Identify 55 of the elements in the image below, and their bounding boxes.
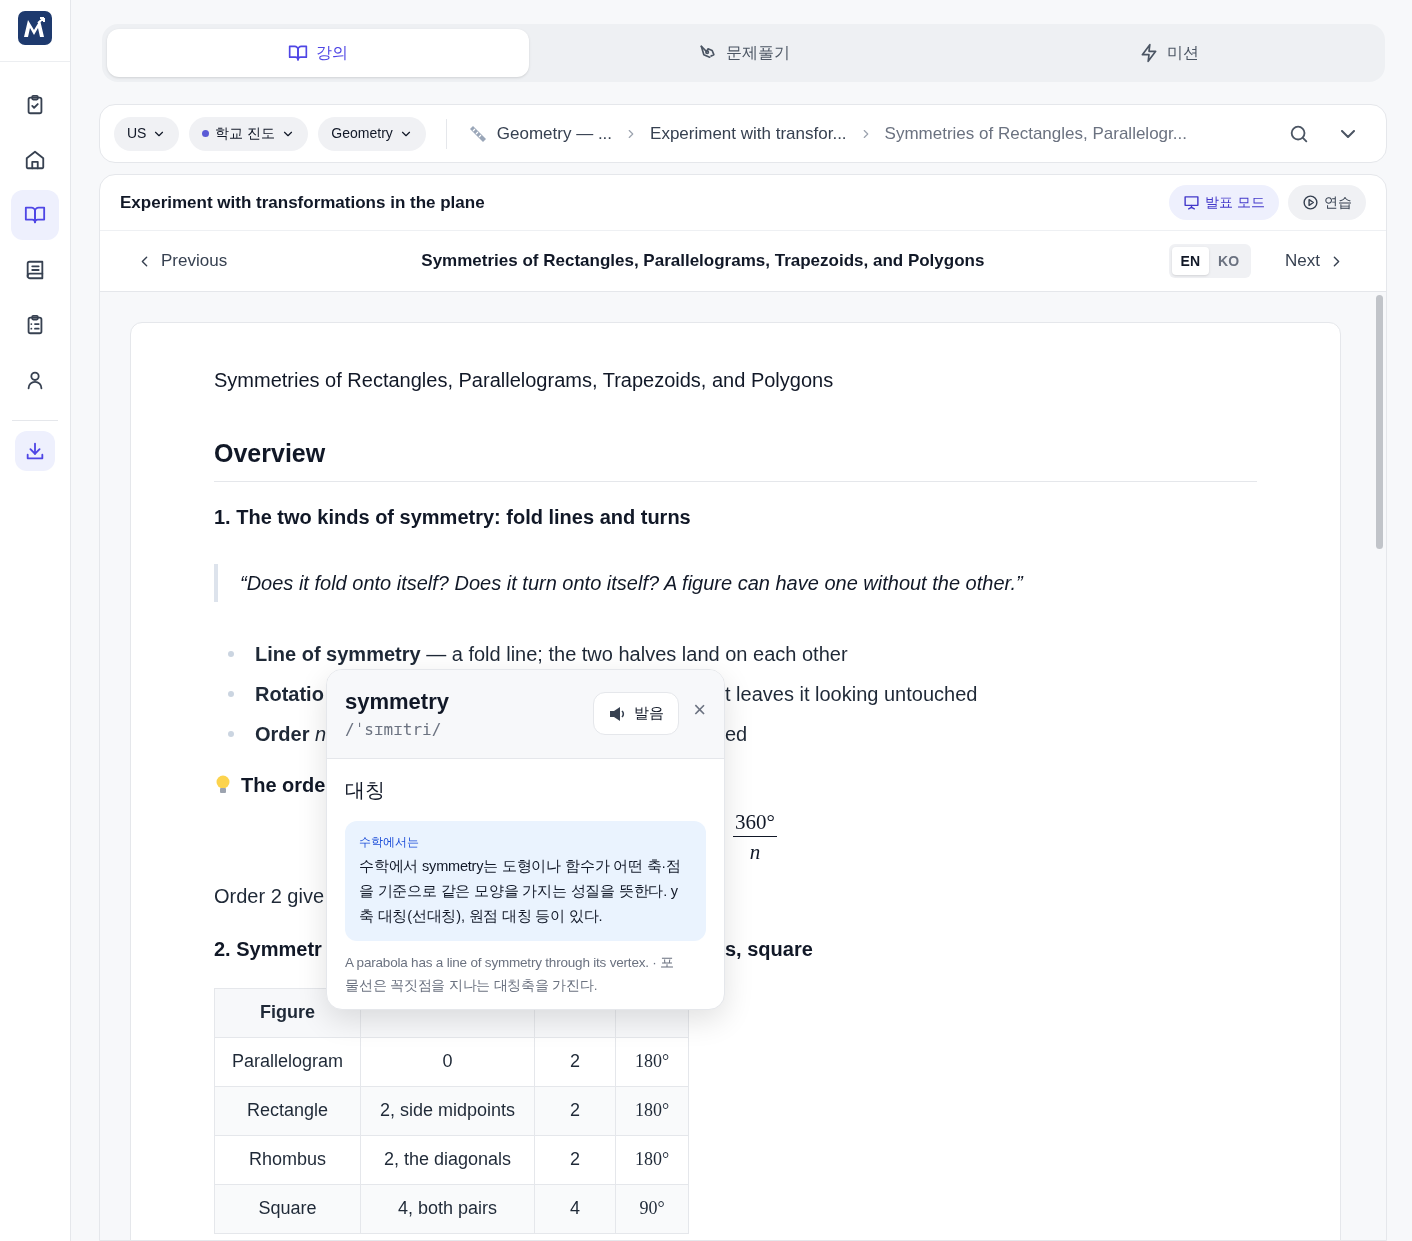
lesson-title: Symmetries of Rectangles, Parallelograms, Trapezoids, and Polygons xyxy=(420,250,986,273)
list-item-text: Order n xyxy=(255,721,327,747)
quote-text: “Does it fold onto itself? Does it turn onto itself? A figure can have one without the other.” xyxy=(240,570,1025,596)
table-cell: 90° xyxy=(615,1184,689,1233)
fraction-denominator: n xyxy=(749,838,761,866)
note-text: 수학에서 symmetry는 도형이나 함수가 어떤 축·점을 기준으로 같은 모양을 가지는 성질을 뜻한다. y축 대칭(선대칭), 원점 대칭 등이 있다. xyxy=(359,857,682,926)
breadcrumb-link[interactable]: Geometry — ... xyxy=(496,120,613,147)
table-cell: 4, both pairs xyxy=(360,1184,535,1233)
list-item-text: t leaves it looking untouched xyxy=(725,681,978,707)
breadcrumb-link[interactable]: Symmetries of Rectangles, Parallelogr... xyxy=(884,120,1187,147)
language-option[interactable]: KO xyxy=(1209,247,1249,275)
tab[interactable]: 미션 xyxy=(958,29,1380,77)
table-cell: 180° xyxy=(615,1135,689,1184)
list-item-text: Line of symmetry — a fold line; the two halves land on each other xyxy=(255,641,848,667)
language-option[interactable]: EN xyxy=(1171,247,1210,275)
tab[interactable]: 강의 xyxy=(107,29,529,77)
paragraph-text: Order 2 give xyxy=(214,883,325,909)
meaning-text: 대칭 xyxy=(345,778,386,803)
presentation-button[interactable]: 발표 모드 xyxy=(1169,185,1279,220)
table-cell: 4 xyxy=(534,1184,616,1233)
list-item-text: Rotatio xyxy=(255,681,324,707)
table-cell: Rectangle xyxy=(214,1086,361,1135)
table-cell: 2 xyxy=(534,1135,616,1184)
subsection-heading: s, square xyxy=(725,936,813,962)
note-label: 수학에서는 xyxy=(359,834,420,851)
next-button[interactable]: Next xyxy=(1285,248,1345,274)
table-cell: 180° xyxy=(615,1086,689,1135)
filter-chip[interactable]: US xyxy=(114,116,180,151)
tab[interactable]: 문제풀기 xyxy=(532,29,955,77)
filter-chip[interactable]: Geometry xyxy=(318,116,426,151)
table-cell: 2 xyxy=(534,1037,616,1086)
subsection-heading: 1. The two kinds of symmetry: fold lines and turns xyxy=(214,504,692,530)
previous-button[interactable]: Previous xyxy=(136,248,228,274)
tip-text: The orde xyxy=(241,772,326,798)
breadcrumb-link[interactable]: Experiment with transfor... xyxy=(650,120,847,147)
table-cell: 0 xyxy=(360,1037,535,1086)
document-title: Symmetries of Rectangles, Parallelograms, Trapezoids, and Polygons xyxy=(214,368,835,393)
section-heading: Overview xyxy=(214,435,1257,482)
fraction-numerator: 360° xyxy=(733,807,777,837)
table-cell: 2 xyxy=(534,1086,616,1135)
table-cell: 2, side midpoints xyxy=(360,1086,535,1135)
table-cell: 180° xyxy=(615,1037,689,1086)
table-cell: Rhombus xyxy=(214,1135,361,1184)
close-button[interactable]: × xyxy=(693,700,706,720)
table-cell: Square xyxy=(214,1184,361,1233)
table-cell: Parallelogram xyxy=(214,1037,361,1086)
table-cell: 2, the diagonals xyxy=(360,1135,535,1184)
pronounce-button[interactable]: 발음 xyxy=(593,692,680,735)
pronunciation-text: /ˈsɪmɪtri/ xyxy=(345,719,443,741)
practice-button[interactable]: 연습 xyxy=(1288,185,1366,220)
list-item-text: ed xyxy=(725,721,748,747)
subsection-heading: 2. Symmetr xyxy=(214,937,322,960)
unit-title: Experiment with transformations in the plane xyxy=(120,191,485,214)
word-title: symmetry xyxy=(345,688,450,716)
filter-chip[interactable]: 학교 진도 xyxy=(189,116,309,151)
